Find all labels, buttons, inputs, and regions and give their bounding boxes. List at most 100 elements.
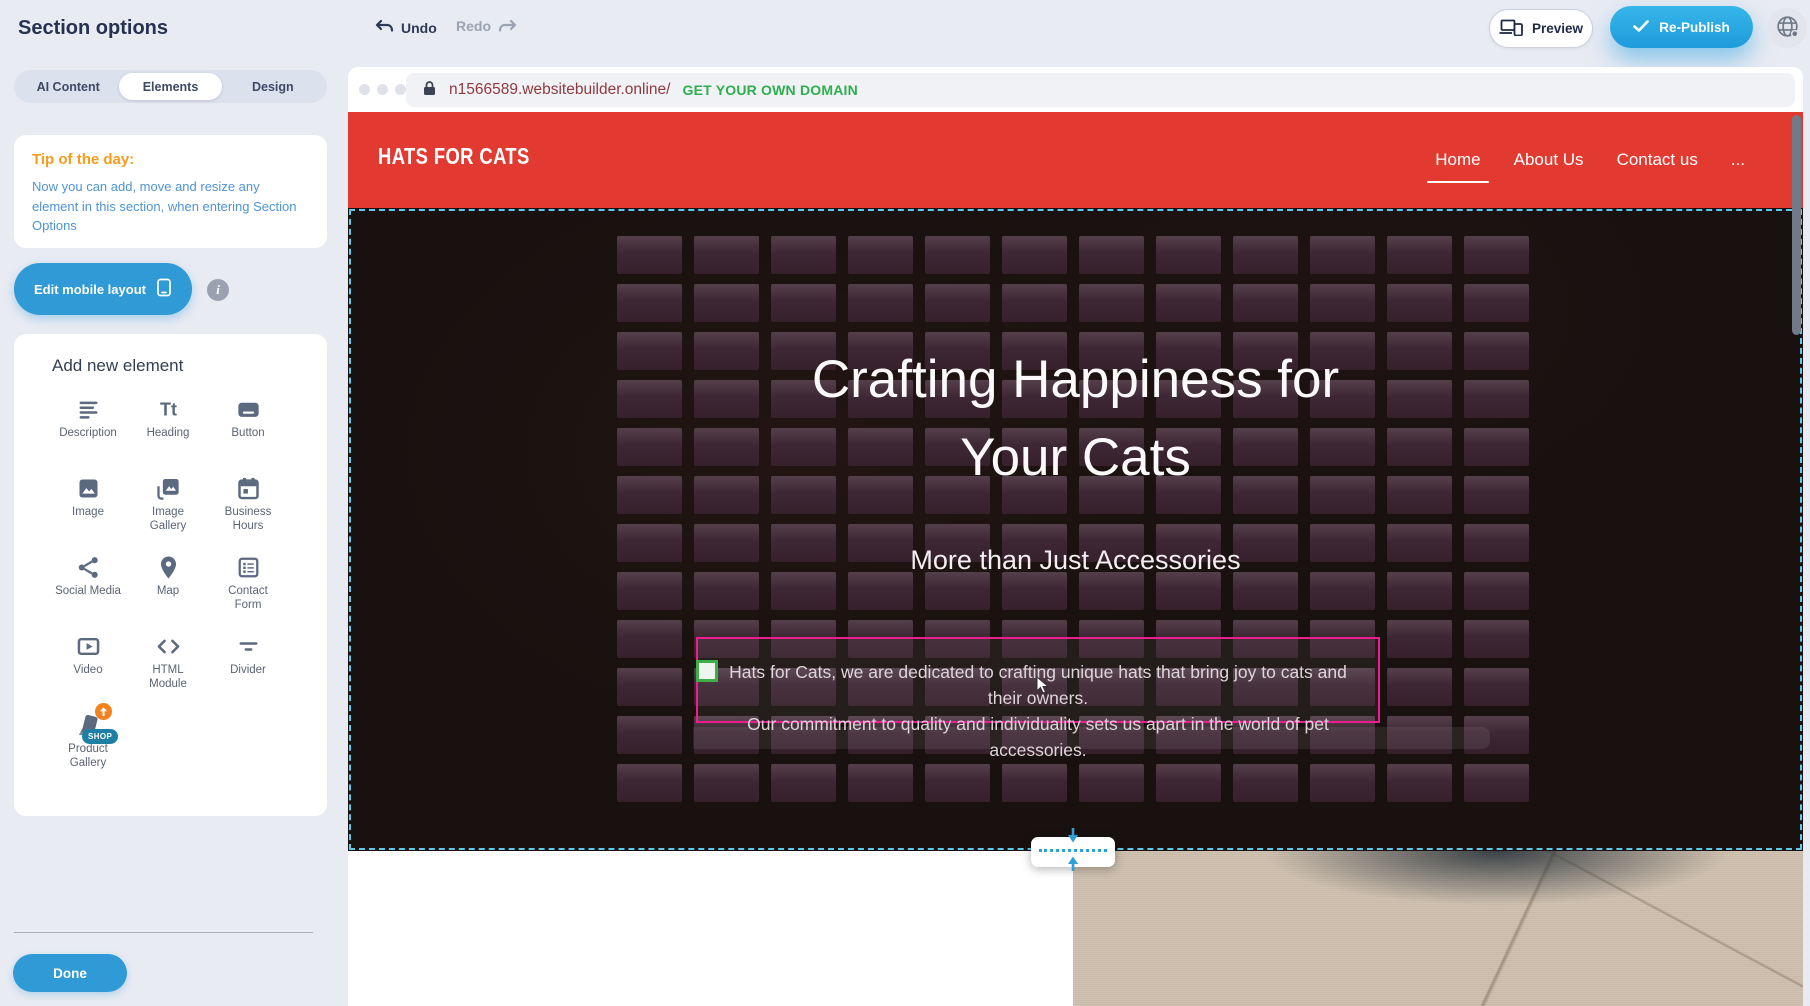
- section-resize-handle[interactable]: [1031, 837, 1115, 867]
- button-icon: [233, 394, 263, 424]
- scrollbar-thumb[interactable]: [1792, 115, 1801, 335]
- nav-contact-us[interactable]: Contact us: [1617, 150, 1698, 170]
- get-domain-link[interactable]: GET YOUR OWN DOMAIN: [682, 82, 857, 98]
- grid-tile: [1079, 572, 1144, 610]
- tip-of-the-day-card: Tip of the day: Now you can add, move an…: [14, 135, 327, 248]
- grid-tile: [694, 764, 759, 802]
- shop-badge: SHOP: [82, 729, 118, 744]
- element-label: Heading: [147, 427, 190, 441]
- grid-tile: [1387, 764, 1452, 802]
- element-business-hours[interactable]: Business Hours: [208, 473, 288, 552]
- tab-design[interactable]: Design: [222, 73, 324, 100]
- element-description[interactable]: Description: [48, 394, 128, 473]
- hero-description[interactable]: Hats for Cats, we are dedicated to craft…: [710, 659, 1366, 763]
- nav-more[interactable]: ...: [1731, 150, 1745, 170]
- grid-tile: [1464, 668, 1529, 706]
- grid-tile: [848, 236, 913, 274]
- site-logo[interactable]: HATS FOR CATS: [378, 143, 530, 170]
- element-label: Social Media: [55, 585, 121, 599]
- info-icon[interactable]: i: [207, 279, 229, 301]
- element-label: Image Gallery: [135, 506, 201, 534]
- address-bar: n1566589.websitebuilder.online/ GET YOUR…: [406, 73, 1795, 107]
- redo-button[interactable]: Redo: [456, 18, 518, 34]
- grid-tile: [617, 284, 682, 322]
- element-label: Contact Form: [215, 585, 281, 613]
- grid-tile: [1464, 236, 1529, 274]
- grid-tile: [925, 284, 990, 322]
- grid-tile: [848, 572, 913, 610]
- browser-dots: [359, 84, 406, 95]
- element-heading[interactable]: Heading: [128, 394, 208, 473]
- grid-tile: [848, 764, 913, 802]
- hero-subheading[interactable]: More than Just Accessories: [348, 545, 1803, 576]
- element-html-module[interactable]: HTML Module: [128, 631, 208, 710]
- hero-section[interactable]: Crafting Happiness for Your Cats More th…: [348, 208, 1803, 851]
- description-icon: [73, 394, 103, 424]
- grid-tile: [1079, 236, 1144, 274]
- element-label: HTML Module: [135, 664, 201, 692]
- element-button[interactable]: Button: [208, 394, 288, 473]
- grid-tile: [1387, 236, 1452, 274]
- heading-icon: [153, 394, 183, 424]
- undo-button[interactable]: Undo: [374, 18, 437, 37]
- grid-tile: [1310, 284, 1375, 322]
- element-contact-form[interactable]: Contact Form: [208, 552, 288, 631]
- grid-tile: [925, 236, 990, 274]
- mouse-cursor: [1036, 676, 1049, 700]
- business-hours-icon: [233, 473, 263, 503]
- grid-tile: [617, 668, 682, 706]
- image-icon: [73, 473, 103, 503]
- element-label: Image: [72, 506, 104, 520]
- republish-label: Re-Publish: [1659, 20, 1730, 35]
- globe-button[interactable]: [1767, 8, 1807, 48]
- page-title: Section options: [18, 17, 168, 40]
- hero-heading[interactable]: Crafting Happiness for Your Cats: [348, 341, 1803, 497]
- site-viewport: HATS FOR CATS HomeAbout UsContact us... …: [348, 112, 1803, 1006]
- edit-mobile-layout-label: Edit mobile layout: [34, 282, 146, 297]
- preview-button[interactable]: Preview: [1489, 9, 1593, 48]
- element-label: Product Gallery: [55, 743, 121, 771]
- republish-button[interactable]: Re-Publish: [1610, 6, 1753, 48]
- map-icon: [153, 552, 183, 582]
- resize-dotted-line: [1039, 849, 1107, 852]
- site-nav: Home About Us Contact us...: [1435, 150, 1745, 170]
- grid-tile: [925, 572, 990, 610]
- grid-tile: [925, 764, 990, 802]
- element-map[interactable]: Map: [128, 552, 208, 631]
- grid-tile: [1387, 668, 1452, 706]
- tab-elements[interactable]: Elements: [119, 73, 221, 100]
- browser-chrome: n1566589.websitebuilder.online/ GET YOUR…: [348, 67, 1803, 112]
- tab-ai-content[interactable]: AI Content: [17, 73, 119, 100]
- site-header[interactable]: HATS FOR CATS Home About Us Contact us...: [348, 112, 1803, 208]
- nav-about-us[interactable]: About Us: [1514, 150, 1584, 170]
- nav-home[interactable]: Home: [1435, 150, 1480, 170]
- grid-tile: [771, 236, 836, 274]
- contact-form-icon: [233, 552, 263, 582]
- element-divider[interactable]: Divider: [208, 631, 288, 710]
- grid-tile: [1002, 764, 1067, 802]
- site-url[interactable]: n1566589.websitebuilder.online/: [449, 81, 670, 99]
- upgrade-arrow-icon: [95, 703, 112, 720]
- tip-title: Tip of the day:: [32, 151, 309, 168]
- devices-icon: [1499, 19, 1523, 39]
- grid-tile: [771, 764, 836, 802]
- arrow-down-icon: [1066, 828, 1080, 848]
- element-image-gallery[interactable]: Image Gallery: [128, 473, 208, 552]
- grid-tile: [1156, 284, 1221, 322]
- grid-tile: [1464, 572, 1529, 610]
- element-social-media[interactable]: Social Media: [48, 552, 128, 631]
- element-label: Map: [157, 585, 179, 599]
- grid-tile: [1233, 284, 1298, 322]
- lock-icon: [422, 80, 437, 101]
- element-image[interactable]: Image: [48, 473, 128, 552]
- element-label: Divider: [230, 664, 266, 678]
- browser-dot: [359, 84, 370, 95]
- browser-dot: [395, 84, 406, 95]
- done-button[interactable]: Done: [13, 954, 127, 992]
- edit-mobile-layout-button[interactable]: Edit mobile layout: [14, 263, 192, 315]
- element-product-gallery[interactable]: SHOPProduct Gallery: [48, 710, 128, 789]
- grid-tile: [1002, 284, 1067, 322]
- element-label: Video: [73, 664, 102, 678]
- html-module-icon: [153, 631, 183, 661]
- element-video[interactable]: Video: [48, 631, 128, 710]
